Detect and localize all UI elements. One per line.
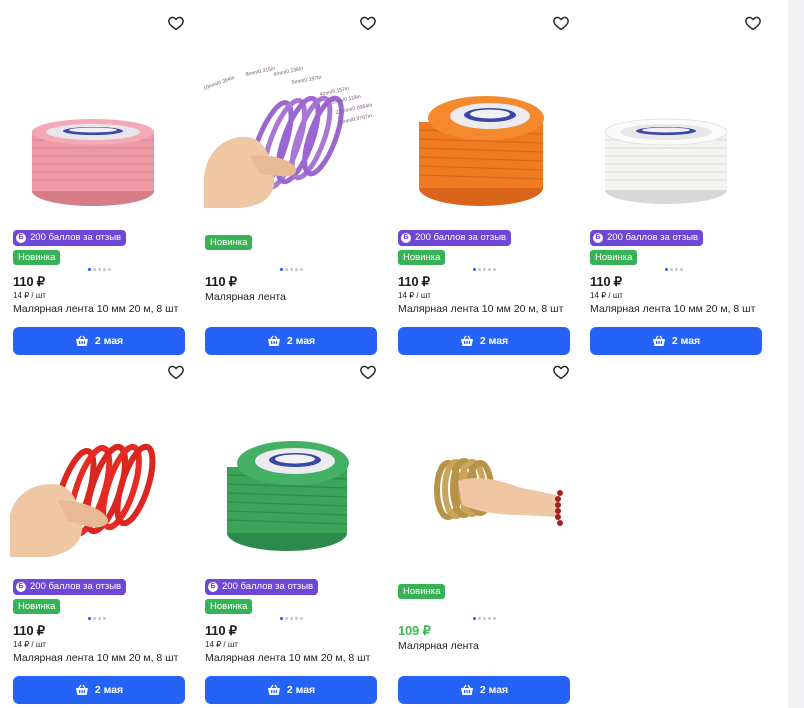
basket-icon (460, 684, 473, 695)
image-carousel-dots[interactable] (280, 617, 303, 621)
bonus-badge: Б 200 баллов за отзыв (590, 230, 704, 246)
bonus-badge: Б 200 баллов за отзыв (205, 579, 319, 595)
unit-price: 14 ₽ / шт (590, 291, 623, 300)
product-card[interactable]: Новинка 109 ₽ Малярная лента 2 мая (398, 363, 570, 704)
product-title[interactable]: Малярная лента 10 мм 20 м, 8 шт (13, 652, 178, 664)
basket-icon (75, 335, 88, 346)
price: 110 ₽ (590, 274, 622, 289)
svg-text:5mm/0.197in: 5mm/0.197in (291, 75, 322, 86)
add-to-cart-button[interactable]: 2 мая (13, 327, 185, 355)
svg-text:6mm/0.236in: 6mm/0.236in (273, 66, 304, 78)
add-to-cart-button[interactable]: 2 мая (398, 676, 570, 704)
product-image[interactable] (205, 387, 377, 567)
add-to-cart-button[interactable]: 2 мая (205, 327, 377, 355)
basket-icon (652, 335, 665, 346)
unit-price: 14 ₽ / шт (13, 291, 46, 300)
favorite-heart-icon[interactable] (744, 14, 762, 32)
bonus-coin-icon: Б (401, 233, 411, 243)
badges: Новинка (205, 232, 377, 250)
product-title[interactable]: Малярная лента 10 мм 20 м, 8 шт (13, 303, 178, 315)
price: 110 ₽ (205, 623, 237, 638)
favorite-heart-icon[interactable] (167, 363, 185, 381)
product-card[interactable]: Б 200 баллов за отзыв Новинка 110 ₽ 14 ₽ … (13, 14, 185, 355)
product-title[interactable]: Малярная лента (205, 291, 286, 303)
badges: Б 200 баллов за отзыв Новинка (13, 226, 185, 265)
image-carousel-dots[interactable] (280, 268, 303, 272)
product-image[interactable]: 10mm/0.394in 8mm/0.315in 6mm/0.236in 5mm… (200, 38, 373, 218)
price: 109 ₽ (398, 623, 431, 638)
basket-icon (460, 335, 473, 346)
product-title[interactable]: Малярная лента (398, 640, 479, 652)
price: 110 ₽ (13, 623, 45, 638)
add-to-cart-button[interactable]: 2 мая (205, 676, 377, 704)
price: 110 ₽ (398, 274, 430, 289)
image-carousel-dots[interactable] (665, 268, 683, 272)
favorite-heart-icon[interactable] (552, 14, 570, 32)
bonus-badge: Б 200 баллов за отзыв (398, 230, 512, 246)
bonus-badge: Б 200 баллов за отзыв (13, 579, 127, 595)
badges: Б 200 баллов за отзыв Новинка (205, 575, 377, 614)
add-to-cart-button[interactable]: 2 мая (398, 327, 570, 355)
bonus-coin-icon: Б (16, 233, 26, 243)
product-title[interactable]: Малярная лента 10 мм 20 м, 8 шт (590, 303, 755, 315)
product-image[interactable] (398, 38, 570, 218)
scrollbar[interactable] (788, 0, 804, 708)
unit-price: 14 ₽ / шт (398, 291, 431, 300)
badges: Новинка (398, 581, 570, 599)
product-title[interactable]: Малярная лента 10 мм 20 м, 8 шт (398, 303, 563, 315)
bonus-coin-icon: Б (208, 582, 218, 592)
svg-text:10mm/0.394in: 10mm/0.394in (203, 75, 236, 92)
unit-price: 14 ₽ / шт (205, 640, 238, 649)
basket-icon (267, 335, 280, 346)
novelty-badge: Новинка (398, 584, 446, 599)
novelty-badge: Новинка (205, 599, 253, 614)
novelty-badge: Новинка (205, 235, 253, 250)
svg-text:2mm/0.0787in: 2mm/0.0787in (339, 113, 373, 126)
product-card[interactable]: Б 200 баллов за отзыв Новинка 110 ₽ 14 ₽ … (10, 363, 185, 704)
image-carousel-dots[interactable] (473, 617, 496, 621)
product-card[interactable]: Б 200 баллов за отзыв Новинка 110 ₽ 14 ₽ … (205, 363, 377, 704)
badges: Б 200 баллов за отзыв Новинка (398, 226, 570, 265)
add-to-cart-button[interactable]: 2 мая (590, 327, 762, 355)
image-carousel-dots[interactable] (88, 268, 111, 272)
bonus-badge: Б 200 баллов за отзыв (13, 230, 127, 246)
unit-price: 14 ₽ / шт (13, 640, 46, 649)
badges: Б 200 баллов за отзыв Новинка (13, 575, 185, 614)
bonus-coin-icon: Б (593, 233, 603, 243)
novelty-badge: Новинка (13, 250, 61, 265)
svg-text:8mm/0.315in: 8mm/0.315in (245, 66, 276, 78)
price: 110 ₽ (13, 274, 45, 289)
product-image[interactable] (590, 38, 762, 218)
add-to-cart-button[interactable]: 2 мая (13, 676, 185, 704)
novelty-badge: Новинка (398, 250, 446, 265)
favorite-heart-icon[interactable] (552, 363, 570, 381)
image-carousel-dots[interactable] (88, 617, 106, 621)
product-title[interactable]: Малярная лента 10 мм 20 м, 8 шт (205, 652, 370, 664)
basket-icon (75, 684, 88, 695)
favorite-heart-icon[interactable] (359, 363, 377, 381)
product-card[interactable]: Б 200 баллов за отзыв Новинка 110 ₽ 14 ₽ … (398, 14, 570, 355)
favorite-heart-icon[interactable] (359, 14, 377, 32)
image-carousel-dots[interactable] (473, 268, 496, 272)
product-card[interactable]: Б 200 баллов за отзыв Новинка 110 ₽ 14 ₽ … (590, 14, 762, 355)
product-image[interactable] (8, 387, 185, 567)
novelty-badge: Новинка (590, 250, 638, 265)
product-image[interactable] (398, 387, 570, 567)
badges: Б 200 баллов за отзыв Новинка (590, 226, 762, 265)
bonus-coin-icon: Б (16, 582, 26, 592)
novelty-badge: Новинка (13, 599, 61, 614)
basket-icon (267, 684, 280, 695)
product-image[interactable] (13, 38, 185, 218)
product-card[interactable]: 10mm/0.394in 8mm/0.315in 6mm/0.236in 5mm… (203, 14, 377, 355)
favorite-heart-icon[interactable] (167, 14, 185, 32)
price: 110 ₽ (205, 274, 237, 289)
